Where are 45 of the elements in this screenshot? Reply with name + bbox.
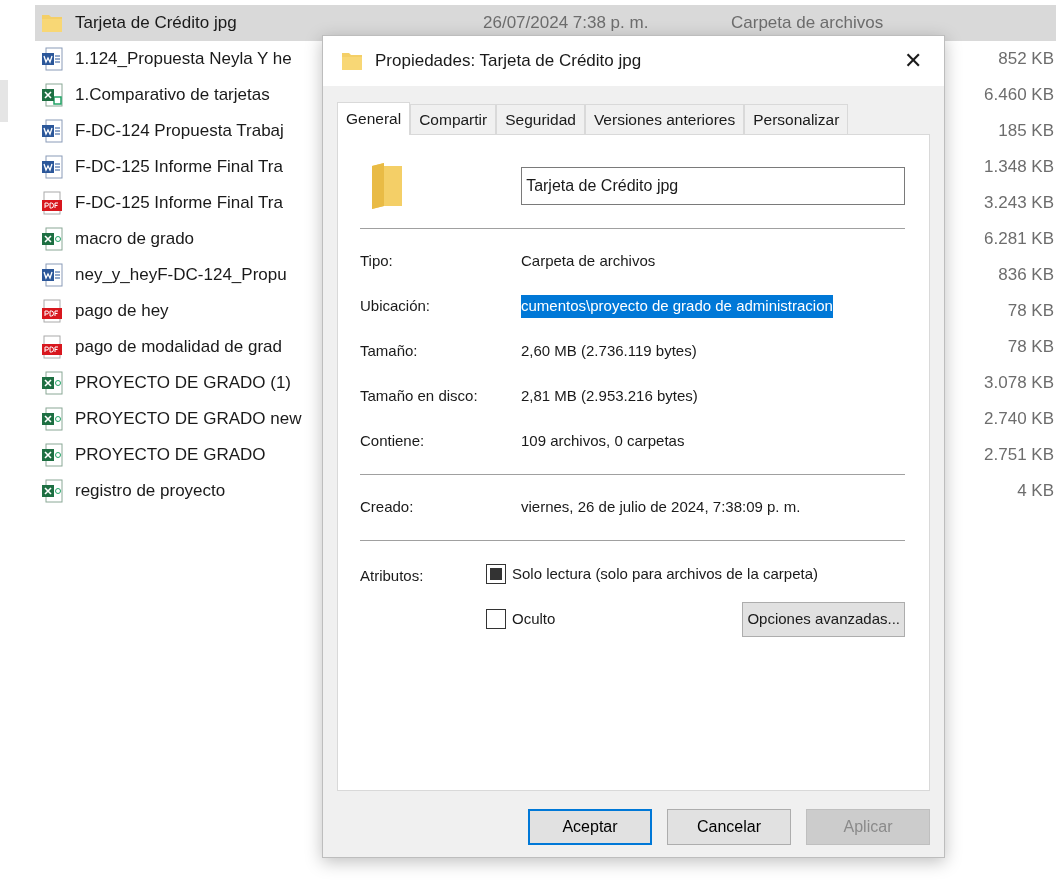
file-size: 6.460 KB	[984, 84, 1055, 107]
file-size: 4 KB	[1017, 480, 1055, 503]
file-size: 2.751 KB	[984, 444, 1055, 467]
window-title: Propiedades: Tarjeta de Crédito jpg	[375, 50, 642, 73]
file-size: 185 KB	[998, 120, 1055, 143]
file-name: Tarjeta de Crédito jpg	[75, 13, 237, 33]
property-value: Carpeta de archivos	[521, 251, 656, 272]
property-value: 2,81 MB (2.953.216 bytes)	[521, 386, 698, 407]
checkbox-label: Oculto	[512, 608, 556, 629]
property-label: Tipo:	[360, 251, 394, 272]
file-name: pago de modalidad de grad	[75, 337, 282, 357]
file-name: 1.Comparativo de tarjetas	[75, 85, 270, 105]
property-value: cumentos\proyecto de grado de administracion	[521, 295, 833, 318]
file-date: 26/07/2024 7:38 p. m.	[483, 12, 650, 35]
file-size: 852 KB	[998, 48, 1055, 71]
file-size: 78 KB	[1007, 336, 1055, 359]
property-value: viernes, 26 de julio de 2024, 7:38:09 p. m.	[521, 497, 801, 518]
property-label: Tamaño en disco:	[360, 386, 479, 407]
file-size: 3.078 KB	[984, 372, 1055, 395]
file-size: 3.243 KB	[984, 192, 1055, 215]
file-name: F-DC-125 Informe Final Tra	[75, 157, 283, 177]
property-label: Atributos:	[360, 566, 425, 586]
file-name: 1.124_Propuesta Neyla Y he	[75, 49, 292, 69]
file-name: F-DC-124 Propuesta Trabaj	[75, 121, 284, 141]
file-size: 78 KB	[1007, 300, 1055, 323]
file-name: ney_y_heyF-DC-124_Propu	[75, 265, 287, 285]
property-label: Creado:	[360, 497, 415, 518]
file-size: 6.281 KB	[984, 228, 1055, 251]
property-value: 109 archivos, 0 carpetas	[521, 431, 685, 452]
file-name: PROYECTO DE GRADO new	[75, 409, 302, 429]
property-value: 2,60 MB (2.736.119 bytes)	[521, 341, 697, 362]
file-size: 1.348 KB	[984, 156, 1055, 179]
file-name: registro de proyecto	[75, 481, 226, 501]
checkbox-label: Solo lectura (solo para archivos de la carpeta)	[512, 564, 818, 584]
file-name: macro de grado	[75, 229, 195, 249]
property-label: Contiene:	[360, 431, 426, 452]
file-name: PROYECTO DE GRADO (1)	[75, 373, 291, 393]
file-name: pago de hey	[75, 301, 169, 321]
property-label: Tamaño:	[360, 341, 419, 362]
file-size: 2.740 KB	[984, 408, 1055, 431]
file-size: 836 KB	[998, 264, 1055, 287]
property-label: Ubicación:	[360, 296, 432, 317]
file-name: F-DC-125 Informe Final Tra	[75, 193, 283, 213]
file-type: Carpeta de archivos	[731, 12, 884, 35]
file-name: PROYECTO DE GRADO	[75, 445, 266, 465]
